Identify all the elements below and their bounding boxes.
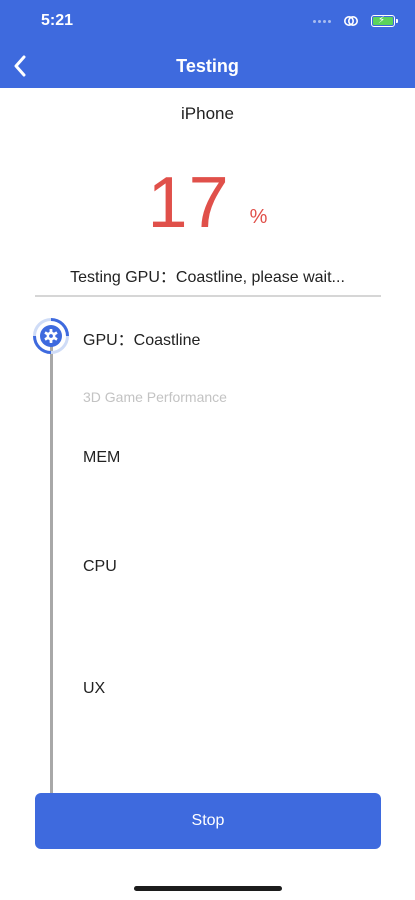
progress-readout: 17%	[0, 162, 415, 244]
progress-value: 17	[147, 163, 230, 243]
step-ux-title: UX	[83, 680, 106, 697]
status-icons: ⚡	[313, 14, 398, 28]
gear-icon	[33, 318, 69, 354]
progress-unit: %	[249, 206, 268, 228]
step-cpu-title: CPU	[83, 558, 117, 575]
signal-icon	[313, 19, 331, 23]
home-indicator[interactable]	[134, 886, 282, 891]
divider	[35, 295, 381, 297]
timeline-line	[50, 335, 53, 805]
battery-icon: ⚡	[371, 15, 398, 27]
step-gpu-title: GPU：Coastline	[83, 332, 201, 349]
stop-button[interactable]: Stop	[35, 793, 381, 849]
device-name: iPhone	[181, 104, 234, 123]
link-icon	[344, 16, 358, 26]
step-gpu-subtitle: 3D Game Performance	[83, 389, 227, 405]
status-time: 5:21	[41, 12, 74, 29]
status-message: Testing GPU：Coastline, please wait...	[70, 269, 345, 286]
header: 5:21 ⚡ Testing	[0, 0, 415, 88]
stop-button-label: Stop	[191, 812, 225, 829]
step-mem-title: MEM	[83, 449, 121, 466]
page-title: Testing	[176, 56, 239, 76]
